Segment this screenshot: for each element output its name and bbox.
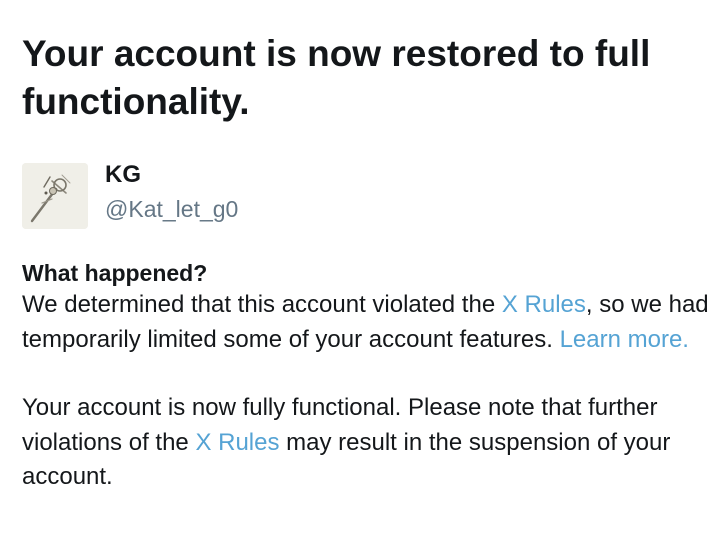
status-paragraph: Your account is now fully functional. Pl… <box>22 391 712 495</box>
avatar-photo-icon <box>22 163 88 229</box>
learn-more-link[interactable]: Learn more. <box>560 326 689 353</box>
page-title: Your account is now restored to full fun… <box>22 33 651 122</box>
what-happened-section: What happened? We determined that this a… <box>22 258 712 495</box>
user-display-name[interactable]: KG <box>105 160 141 190</box>
account-profile: KG @Kat_let_g0 <box>22 160 622 230</box>
x-rules-link-2[interactable]: X Rules <box>195 429 279 456</box>
section-heading: What happened? <box>22 260 208 286</box>
x-rules-link[interactable]: X Rules <box>502 291 586 318</box>
explanation-paragraph: We determined that this account violated… <box>22 288 712 357</box>
restore-notice: Your account is now restored to full fun… <box>22 30 709 490</box>
explanation-text: We determined that this account violated… <box>22 291 502 318</box>
avatar[interactable] <box>22 163 88 229</box>
user-handle[interactable]: @Kat_let_g0 <box>105 194 238 224</box>
